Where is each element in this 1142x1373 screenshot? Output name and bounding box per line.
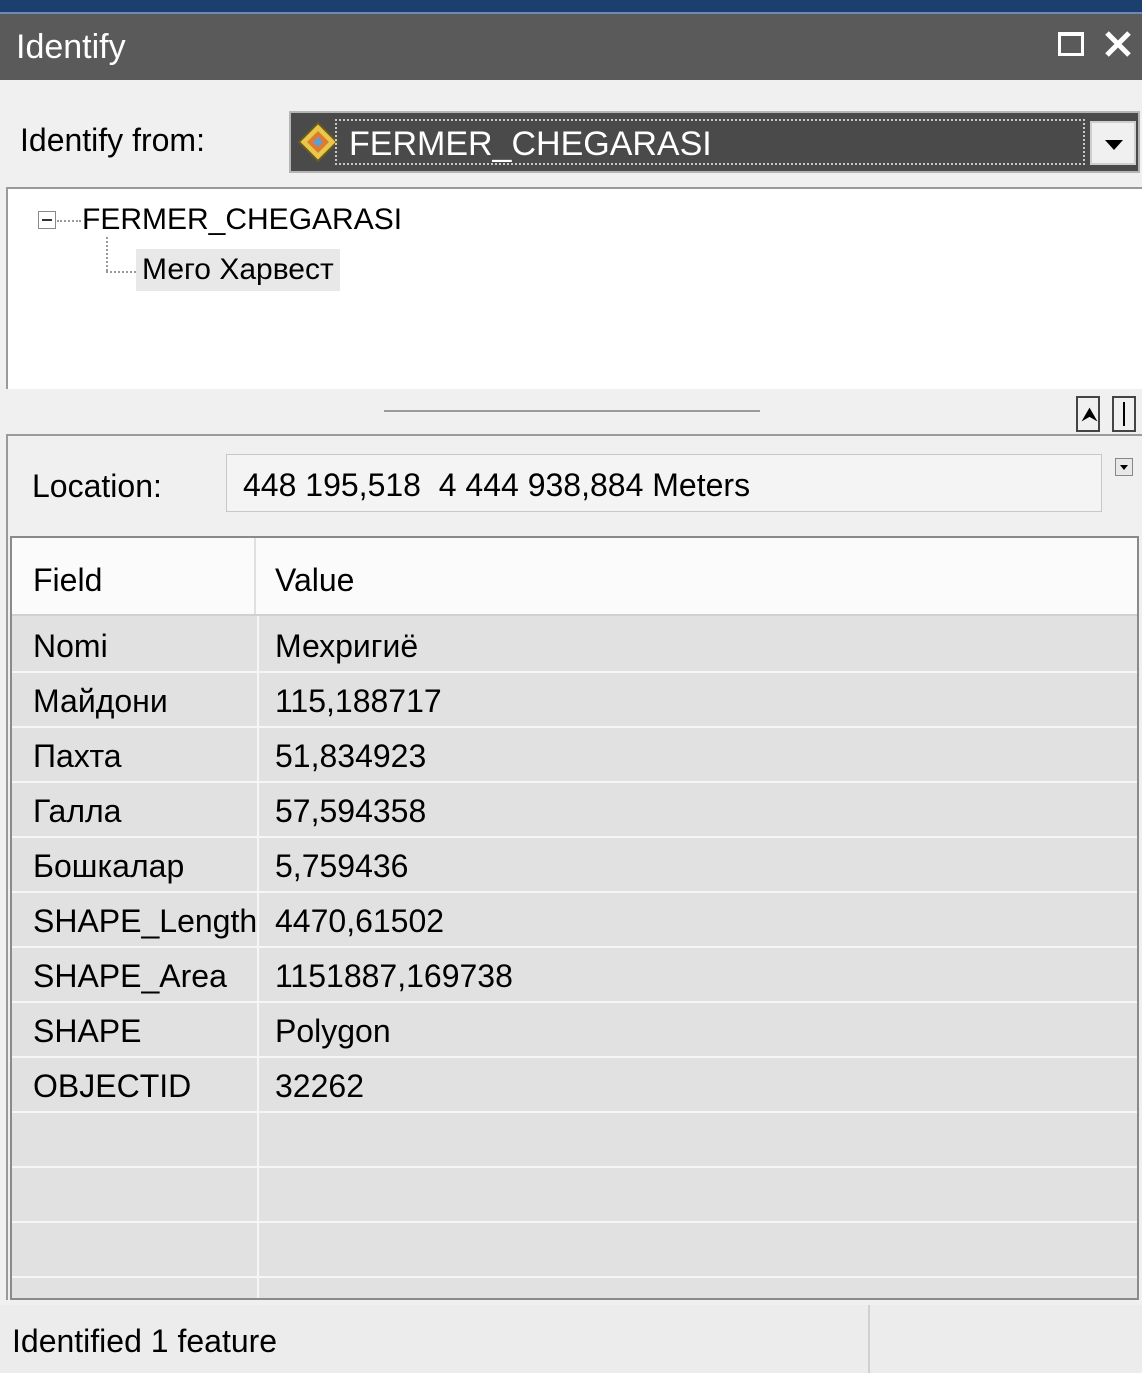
close-icon	[1105, 31, 1131, 57]
expand-up-button[interactable]: ⮝	[1076, 396, 1100, 432]
value-cell: 51,834923	[275, 738, 427, 774]
field-cell: SHAPE_Length	[33, 903, 258, 939]
value-cell: 32262	[275, 1068, 364, 1104]
field-cell: SHAPE	[33, 1013, 142, 1049]
table-row[interactable]: OBJECTID 32262	[12, 1058, 1137, 1113]
layout-toggle-button[interactable]	[1112, 396, 1136, 432]
table-row[interactable]: SHAPE_Area 1151887,169738	[12, 948, 1137, 1003]
close-button[interactable]	[1100, 26, 1136, 62]
location-label: Location:	[32, 468, 162, 504]
chevron-down-icon	[1105, 140, 1123, 150]
value-cell: Polygon	[275, 1013, 391, 1049]
table-row[interactable]: Майдони 115,188717	[12, 673, 1137, 728]
location-field[interactable]: 448 195,518 4 444 938,884 Meters	[226, 454, 1102, 512]
status-bar: Identified 1 feature	[0, 1305, 1142, 1373]
value-cell: 115,188717	[275, 683, 442, 719]
table-row[interactable]: Nomi Мехригиё	[12, 618, 1137, 673]
field-cell: OBJECTID	[33, 1068, 192, 1104]
table-row[interactable]: SHAPE Polygon	[12, 1003, 1137, 1058]
value-cell: Мехригиё	[275, 628, 419, 664]
empty-row	[12, 1168, 1137, 1223]
panel-splitter[interactable]	[384, 410, 760, 412]
attributes-table: Field Value Nomi Мехригиё Майдони 115,18…	[10, 536, 1139, 1300]
table-row[interactable]: Пахта 51,834923	[12, 728, 1137, 783]
results-tree: FERMER_CHEGARASI Мего Харвест	[6, 187, 1142, 389]
layer-diamond-icon	[297, 121, 339, 163]
double-chevron-up-icon: ⮝	[1081, 402, 1098, 426]
status-text: Identified 1 feature	[12, 1323, 278, 1359]
value-cell: 57,594358	[275, 793, 427, 829]
vertical-bar-icon	[1123, 402, 1125, 426]
app-top-edge	[0, 0, 1142, 14]
dropdown-button[interactable]	[1090, 121, 1136, 165]
field-cell: Галла	[33, 793, 122, 829]
status-divider	[868, 1305, 870, 1373]
field-cell: Пахта	[33, 738, 122, 774]
tree-connector	[106, 271, 136, 273]
collapse-icon[interactable]	[38, 211, 56, 229]
empty-row	[12, 1113, 1137, 1168]
field-cell: SHAPE_Area	[33, 958, 227, 994]
field-cell: Бошкалар	[33, 848, 185, 884]
tree-connector	[106, 237, 108, 271]
value-cell: 4470,61502	[275, 903, 445, 939]
table-header: Field Value	[12, 538, 1137, 616]
table-row[interactable]: SHAPE_Length 4470,61502	[12, 893, 1137, 948]
column-header-field[interactable]: Field	[33, 562, 102, 599]
field-cell: Майдони	[33, 683, 168, 719]
chevron-down-icon	[1120, 465, 1128, 470]
tree-feature-item[interactable]: Мего Харвест	[136, 249, 340, 291]
table-row[interactable]: Бошкалар 5,759436	[12, 838, 1137, 893]
window-titlebar: Identify	[0, 14, 1142, 80]
column-header-value[interactable]: Value	[275, 562, 354, 599]
field-cell: Nomi	[33, 628, 108, 664]
empty-row	[12, 1223, 1137, 1278]
tree-connector	[57, 220, 81, 222]
selected-layer: FERMER_CHEGARASI	[349, 125, 712, 163]
value-cell: 5,759436	[275, 848, 409, 884]
location-units-button[interactable]	[1115, 458, 1133, 476]
table-row[interactable]: Галла 57,594358	[12, 783, 1137, 838]
identify-from-label: Identify from:	[20, 122, 205, 158]
window-title: Identify	[16, 28, 126, 66]
value-cell: 1151887,169738	[275, 958, 513, 994]
identify-from-select[interactable]: FERMER_CHEGARASI	[289, 111, 1140, 173]
maximize-button[interactable]	[1054, 26, 1090, 62]
column-divider[interactable]	[254, 538, 256, 614]
tree-root-layer[interactable]: FERMER_CHEGARASI	[82, 203, 402, 237]
